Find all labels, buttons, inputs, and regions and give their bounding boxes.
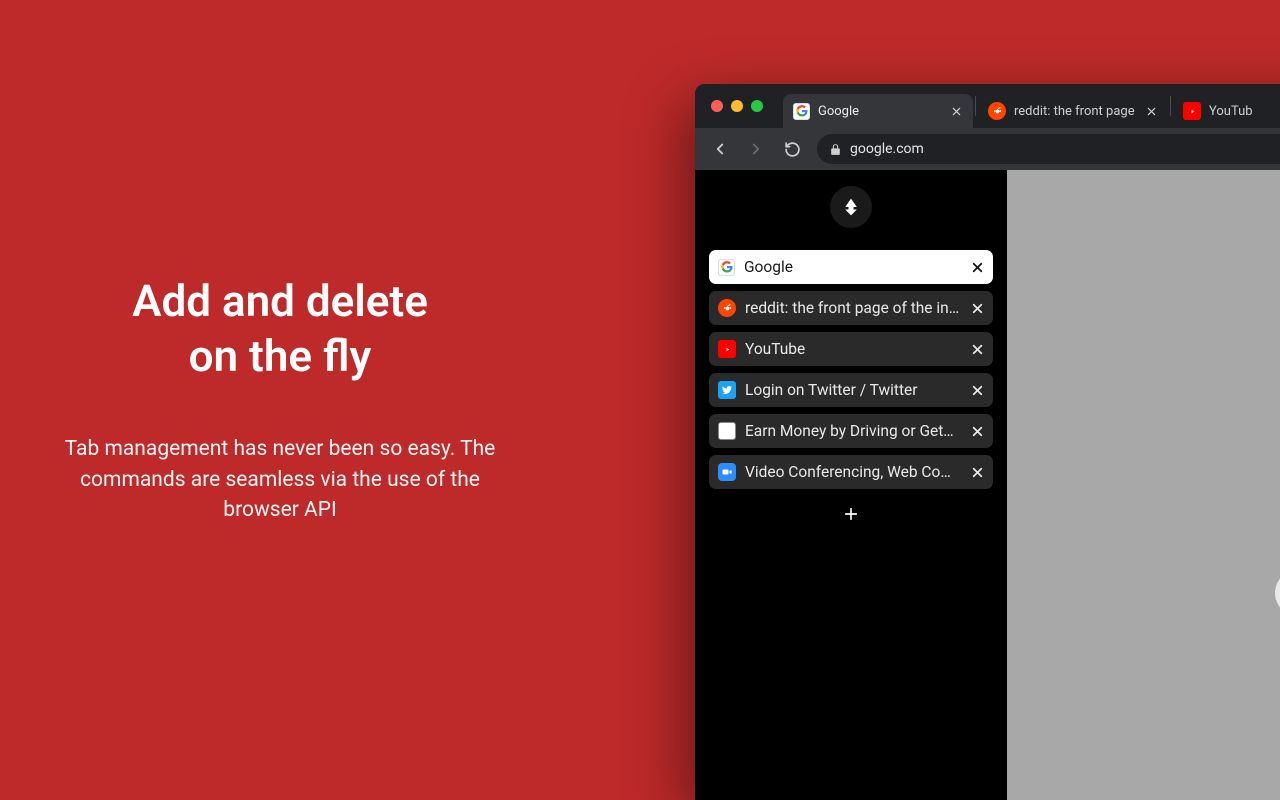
tabstrip: Google reddit: the front page YouTub	[695, 84, 1280, 128]
address-bar[interactable]: google.com	[817, 134, 1280, 164]
close-tab-button[interactable]	[949, 104, 963, 118]
vertical-tab[interactable]: reddit: the front page of the in…	[709, 291, 993, 325]
close-vertical-tab-button[interactable]	[971, 384, 984, 397]
reddit-favicon-icon	[718, 299, 736, 317]
promo-headline-line1: Add and delete	[132, 275, 428, 327]
blank-favicon-icon	[718, 422, 736, 440]
vertical-tab[interactable]: Google	[709, 250, 993, 284]
minimize-window-button[interactable]	[731, 100, 743, 112]
browser-tab[interactable]: reddit: the front page	[978, 94, 1168, 128]
close-vertical-tab-button[interactable]	[971, 302, 984, 315]
promo-headline: Add and delete on the fly	[132, 274, 428, 384]
browser-tab[interactable]: YouTub	[1173, 94, 1280, 128]
horizontal-tabs: Google reddit: the front page YouTub	[783, 84, 1280, 128]
close-icon	[971, 384, 984, 397]
close-window-button[interactable]	[711, 100, 723, 112]
close-icon	[971, 343, 984, 356]
browser-window: Google reddit: the front page YouTub googl…	[695, 84, 1280, 800]
reload-button[interactable]	[781, 138, 803, 160]
back-button[interactable]	[709, 138, 731, 160]
lock-icon	[829, 143, 842, 156]
vertical-tab[interactable]: Login on Twitter / Twitter	[709, 373, 993, 407]
vertical-tab-title: Earn Money by Driving or Get…	[745, 422, 962, 440]
content-area: Google reddit: the front page of the in… Y…	[695, 170, 1280, 800]
browser-tab-title: reddit: the front page	[1014, 104, 1136, 119]
close-icon	[971, 261, 984, 274]
vertical-tab-title: reddit: the front page of the in…	[745, 299, 962, 317]
window-controls	[705, 84, 771, 128]
reddit-favicon-icon	[988, 102, 1006, 120]
close-vertical-tab-button[interactable]	[971, 425, 984, 438]
close-vertical-tab-button[interactable]	[971, 466, 984, 479]
page-content: Pe	[1007, 170, 1280, 800]
vertical-tabs-panel: Google reddit: the front page of the in… Y…	[695, 170, 1007, 800]
promo-body: Tab management has never been so easy. T…	[40, 434, 520, 525]
google-favicon-icon	[718, 259, 735, 276]
close-icon	[951, 106, 962, 117]
google-search-bar[interactable]	[1275, 570, 1280, 616]
vertical-tab-title: YouTube	[745, 340, 962, 358]
forward-button[interactable]	[745, 138, 767, 160]
close-vertical-tab-button[interactable]	[971, 261, 984, 274]
vertical-tab-title: Video Conferencing, Web Co…	[745, 463, 962, 481]
vertical-tab[interactable]: Earn Money by Driving or Get…	[709, 414, 993, 448]
toolbar: google.com	[695, 128, 1280, 170]
maximize-window-button[interactable]	[751, 100, 763, 112]
close-vertical-tab-button[interactable]	[971, 343, 984, 356]
vertical-tab-title: Login on Twitter / Twitter	[745, 381, 962, 399]
promo-panel: Add and delete on the fly Tab management…	[0, 0, 560, 800]
vertical-tabs-list: Google reddit: the front page of the in… Y…	[709, 250, 993, 496]
close-icon	[971, 302, 984, 315]
youtube-favicon-icon	[718, 340, 736, 358]
promo-headline-line2: on the fly	[189, 330, 372, 382]
browser-tab-title: Google	[818, 104, 941, 119]
vertical-tab[interactable]: Video Conferencing, Web Co…	[709, 455, 993, 489]
vertical-tab[interactable]: YouTube	[709, 332, 993, 366]
close-icon	[1146, 106, 1157, 117]
close-icon	[971, 425, 984, 438]
tree-icon	[841, 197, 861, 217]
pin-button[interactable]	[830, 186, 872, 228]
plus-icon	[841, 504, 861, 524]
browser-tab[interactable]: Google	[783, 94, 973, 128]
close-tab-button[interactable]	[1144, 104, 1158, 118]
youtube-favicon-icon	[1183, 102, 1201, 120]
twitter-favicon-icon	[718, 381, 736, 399]
browser-tab-title: YouTub	[1209, 104, 1280, 119]
address-text: google.com	[850, 141, 924, 157]
add-tab-button[interactable]	[837, 500, 865, 528]
vertical-tab-title: Google	[744, 258, 962, 276]
close-icon	[971, 466, 984, 479]
zoom-favicon-icon	[718, 463, 736, 481]
google-favicon-icon	[793, 103, 810, 120]
